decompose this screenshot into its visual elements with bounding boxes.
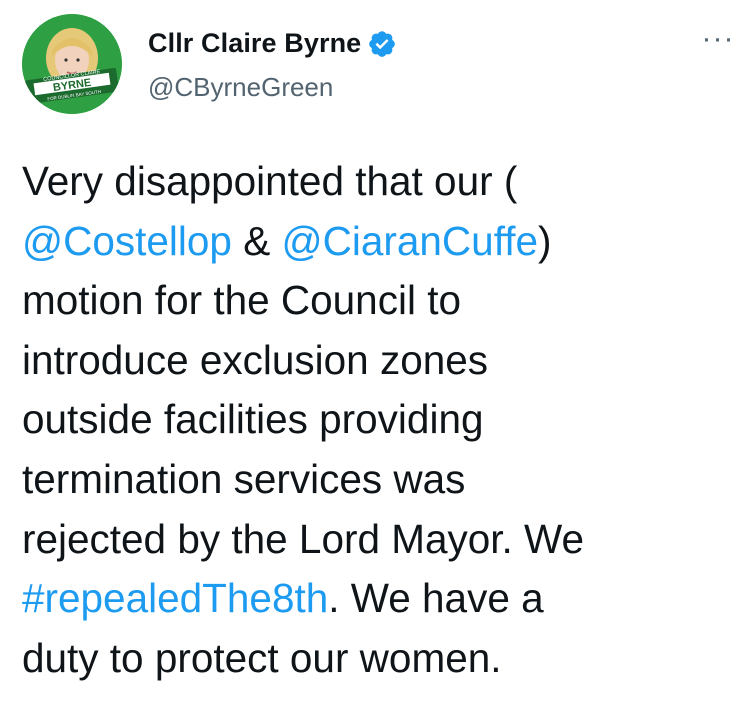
tweet-line-text: termination services was [22, 455, 466, 502]
mention-link[interactable]: @CiaranCuffe [282, 218, 539, 264]
tweet-line: rejected by the Lord Mayor. We [22, 510, 742, 570]
tweet-line: #repealedThe8th. We have a [22, 569, 742, 629]
avatar-image: COUNCILLOR CLAIRE BYRNE FOR DUBLIN BAY S… [22, 14, 122, 114]
tweet-text: Very disappointed that our ( @Costellop … [22, 152, 742, 688]
tweet-line-text: . We have a [328, 575, 544, 622]
tweet-line: motion for the Council to [22, 271, 742, 331]
tweet-line-text: outside facilities providing [22, 396, 484, 443]
mention-link[interactable]: @Costellop [22, 218, 232, 264]
avatar[interactable]: COUNCILLOR CLAIRE BYRNE FOR DUBLIN BAY S… [22, 14, 122, 114]
author-name-row[interactable]: Cllr Claire Byrne [148, 28, 397, 59]
author-name[interactable]: Cllr Claire Byrne [148, 28, 361, 59]
tweet-line-text: motion for the Council to [22, 277, 461, 324]
verified-badge-icon [367, 29, 397, 59]
author-handle[interactable]: @CByrneGreen [148, 72, 333, 103]
tweet-line: termination services was [22, 450, 742, 510]
tweet-line: duty to protect our women. [22, 629, 742, 689]
tweet-line: outside facilities providing [22, 390, 742, 450]
tweet-line-text: Very disappointed that our ( [22, 158, 518, 204]
tweet-line-text: duty to protect our women. [22, 634, 502, 681]
tweet-line-text: introduce exclusion zones [22, 336, 489, 383]
tweet-line-text: & [231, 217, 282, 264]
more-options-icon[interactable]: ··· [694, 24, 742, 54]
tweet-line: introduce exclusion zones [22, 331, 742, 391]
tweet-line: Very disappointed that our ( [22, 152, 742, 212]
tweet-line-text: ) [538, 217, 552, 264]
tweet-line: @Costellop & @CiaranCuffe) [22, 212, 742, 272]
tweet-line-text: rejected by the Lord Mayor. We [22, 515, 585, 562]
hashtag-link[interactable]: #repealedThe8th [22, 575, 328, 621]
